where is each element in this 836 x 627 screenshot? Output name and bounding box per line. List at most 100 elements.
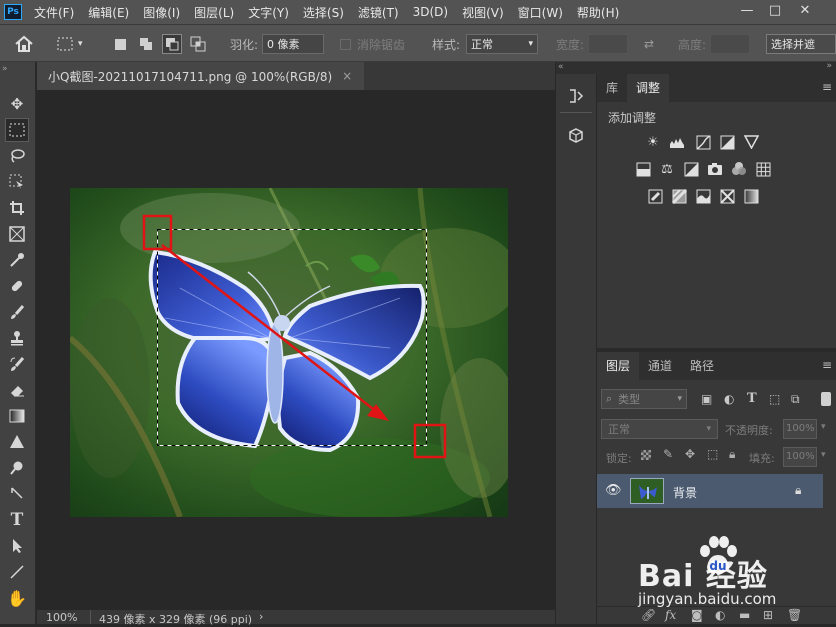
invert-icon[interactable] [647, 188, 663, 204]
object-selection-tool[interactable] [5, 170, 29, 194]
lock-position-icon[interactable]: ✥ [685, 447, 695, 461]
swap-dimensions-button[interactable]: ⇄ [644, 34, 654, 54]
photo-filter-icon[interactable] [707, 161, 723, 177]
filter-smart-object-icon[interactable]: ⧉ [791, 392, 800, 407]
menu-select[interactable]: 选择(S) [303, 4, 344, 21]
intersect-selection-button[interactable] [188, 34, 208, 54]
document-tab[interactable]: 小Q截图-20211017104711.png @ 100%(RGB/8) × [37, 62, 365, 90]
filter-toggle-icon[interactable] [821, 392, 831, 406]
collapse-icon[interactable]: » [826, 61, 832, 71]
menu-filter[interactable]: 滤镜(T) [358, 4, 399, 21]
menu-help[interactable]: 帮助(H) [577, 4, 619, 21]
restore-button[interactable]: □ [765, 2, 785, 20]
tab-channels[interactable]: 通道 [639, 352, 681, 380]
eye-icon[interactable]: 👁︎ [605, 483, 622, 498]
style-select[interactable]: 正常 ▾ [466, 34, 539, 54]
minimize-button[interactable]: — [737, 2, 757, 20]
feather-input[interactable]: 0 像素 [262, 34, 325, 54]
vibrance-icon[interactable] [743, 134, 759, 150]
hand-tool[interactable]: ✋ [5, 586, 29, 610]
menu-layer[interactable]: 图层(L) [194, 4, 234, 21]
chevron-down-icon[interactable]: ▾ [821, 422, 826, 432]
zoom-level[interactable]: 100% [46, 611, 77, 624]
color-lookup-icon[interactable] [755, 161, 771, 177]
channel-mixer-icon[interactable] [731, 161, 747, 177]
filter-type-icon[interactable]: T [747, 391, 757, 406]
filter-shape-icon[interactable]: ⬚ [769, 392, 780, 406]
tab-adjustments[interactable]: 调整 [627, 74, 670, 102]
move-tool[interactable]: ✥ [5, 92, 29, 116]
lock-pixels-icon[interactable]: ✎ [663, 447, 673, 461]
rect-marquee-tool[interactable] [5, 118, 29, 142]
home-button[interactable] [14, 34, 34, 54]
chevron-right-icon[interactable]: › [259, 610, 263, 623]
eyedropper-tool[interactable] [5, 248, 29, 272]
panel-menu-icon[interactable]: ≡ [822, 80, 832, 94]
color-balance-icon[interactable]: ⚖ [659, 161, 675, 177]
history-panel-button[interactable] [564, 84, 588, 108]
menu-image[interactable]: 图像(I) [143, 4, 180, 21]
menu-window[interactable]: 窗口(W) [518, 4, 563, 21]
layer-row-background[interactable]: 👁︎ 背景 🔒︎ [597, 474, 823, 508]
type-tool[interactable]: T [5, 508, 29, 532]
curves-icon[interactable] [695, 134, 711, 150]
blur-tool[interactable] [5, 430, 29, 454]
panel-menu-icon[interactable]: ≡ [822, 358, 832, 372]
menu-type[interactable]: 文字(Y) [248, 4, 289, 21]
layer-filter-select[interactable]: ⌕ 类型 ▾ [601, 389, 687, 409]
antialias-checkbox[interactable] [340, 38, 351, 50]
lasso-tool[interactable] [5, 144, 29, 168]
menu-edit[interactable]: 编辑(E) [88, 4, 129, 21]
subtract-selection-button[interactable] [162, 34, 182, 54]
selective-color-icon[interactable] [719, 188, 735, 204]
menu-3d[interactable]: 3D(D) [413, 5, 448, 19]
crop-icon [10, 201, 24, 215]
threshold-icon[interactable] [695, 188, 711, 204]
tab-layers[interactable]: 图层 [597, 352, 640, 380]
black-white-icon[interactable] [683, 161, 699, 177]
expand-icon[interactable]: « [556, 62, 598, 74]
menu-view[interactable]: 视图(V) [462, 4, 504, 21]
opacity-input[interactable]: 100% [783, 419, 817, 439]
lock-transparency-icon[interactable] [641, 450, 651, 460]
chevron-down-icon[interactable]: ▾ [821, 450, 826, 460]
path-selection-tool[interactable] [5, 534, 29, 558]
3d-panel-button[interactable] [564, 124, 588, 148]
healing-brush-tool[interactable] [5, 274, 29, 298]
filter-adjustment-icon[interactable]: ◐ [724, 392, 734, 406]
close-window-button[interactable]: ✕ [795, 2, 815, 20]
lock-all-icon[interactable]: 🔒︎ [729, 447, 735, 462]
fill-input[interactable]: 100% [783, 447, 817, 467]
filter-pixel-icon[interactable]: ▣ [701, 392, 712, 406]
exposure-icon[interactable] [719, 134, 735, 150]
gradient-tool[interactable] [5, 404, 29, 428]
lock-artboard-icon[interactable]: ⬚ [707, 447, 718, 461]
crop-tool[interactable] [5, 196, 29, 220]
blend-mode-select[interactable]: 正常 ▾ [601, 419, 718, 439]
brush-tool[interactable] [5, 300, 29, 324]
marquee-preset-picker[interactable]: ▾ [56, 34, 83, 54]
eraser-tool[interactable] [5, 378, 29, 402]
new-selection-button[interactable] [110, 34, 130, 54]
gradient-map-icon[interactable] [743, 188, 759, 204]
line-tool[interactable] [5, 560, 29, 584]
clone-stamp-tool[interactable] [5, 326, 29, 350]
width-input[interactable] [588, 34, 629, 54]
dodge-tool[interactable] [5, 456, 29, 480]
menu-file[interactable]: 文件(F) [34, 4, 74, 21]
collapse-icon[interactable]: » [2, 64, 8, 74]
tab-libraries[interactable]: 库 [597, 74, 627, 102]
select-and-mask-button[interactable]: 选择并遮 [766, 34, 836, 54]
height-input[interactable] [710, 34, 751, 54]
history-brush-tool[interactable] [5, 352, 29, 376]
pen-tool[interactable] [5, 482, 29, 506]
document-info[interactable]: 439 像素 x 329 像素 (96 ppi) [99, 611, 252, 627]
posterize-icon[interactable] [671, 188, 687, 204]
frame-tool[interactable] [5, 222, 29, 246]
hue-saturation-icon[interactable] [635, 161, 651, 177]
tab-paths[interactable]: 路径 [681, 352, 723, 380]
brightness-contrast-icon[interactable]: ☀ [645, 134, 661, 150]
close-tab-icon[interactable]: × [342, 69, 352, 83]
levels-icon[interactable] [669, 134, 685, 150]
add-selection-button[interactable] [136, 34, 156, 54]
